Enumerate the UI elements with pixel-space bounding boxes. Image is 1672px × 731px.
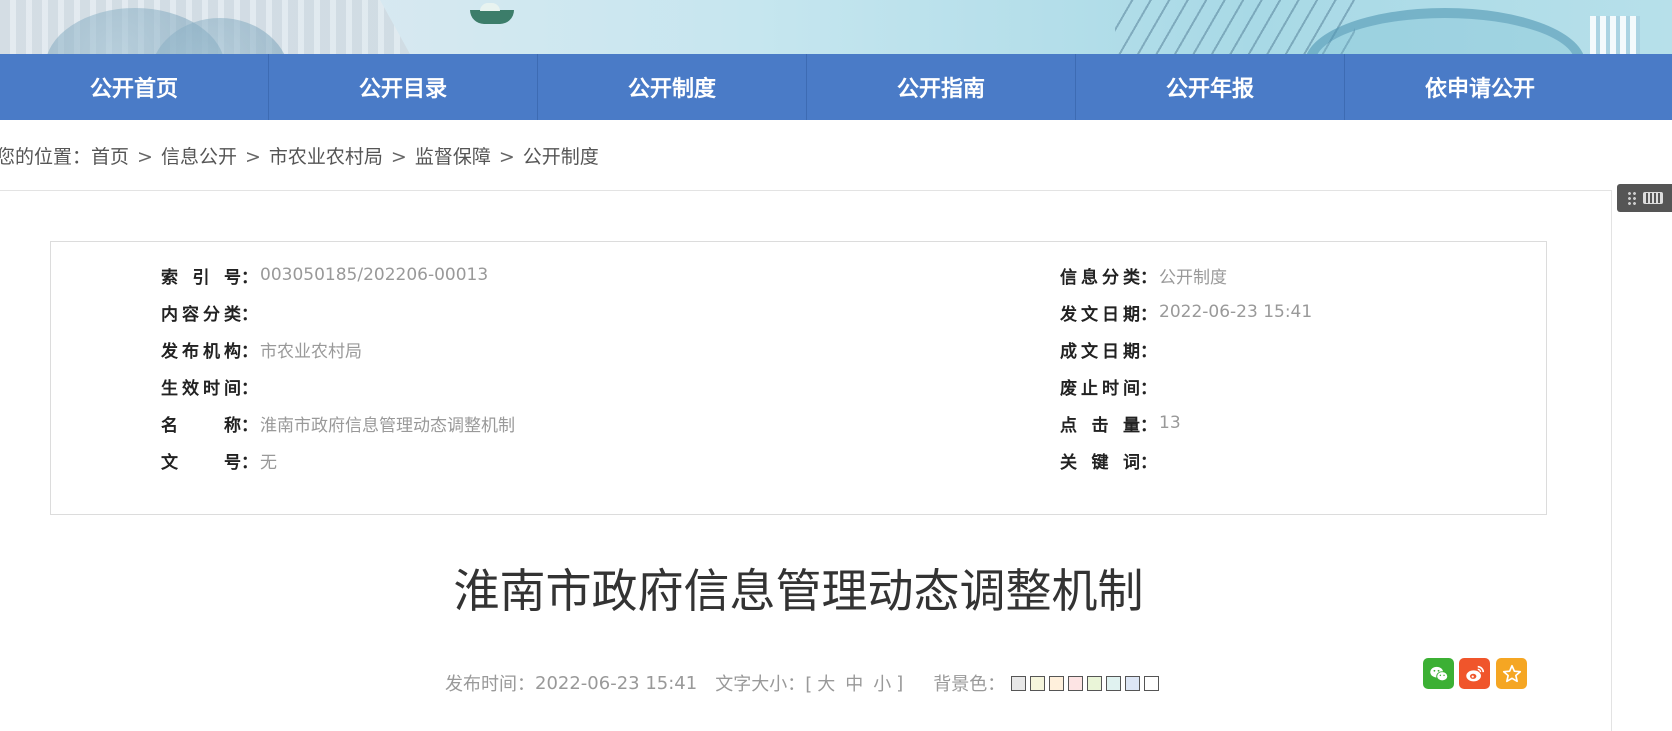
meta-colon: ： xyxy=(241,304,258,325)
meta-value-publisher: 市农业农村局 xyxy=(260,341,362,362)
header-banner xyxy=(0,0,1672,54)
meta-label: 成文日期 xyxy=(1060,341,1140,362)
font-size-label: 文字大小：[ xyxy=(715,674,813,695)
meta-label: 废止时间 xyxy=(1060,378,1140,399)
breadcrumb-separator: > xyxy=(390,146,407,168)
bg-swatch-white[interactable] xyxy=(1144,675,1160,691)
bg-swatch-blue[interactable] xyxy=(1125,675,1141,691)
breadcrumb-separator: > xyxy=(498,146,515,168)
nav-item-catalog[interactable]: 公开目录 xyxy=(269,54,538,120)
meta-row-doc-no: 文号：无 xyxy=(161,447,277,473)
font-size-bracket: ] xyxy=(896,672,904,694)
background-color-swatches xyxy=(1011,675,1160,691)
meta-row-name: 名称：淮南市政府信息管理动态调整机制 xyxy=(161,410,515,436)
meta-colon: ： xyxy=(241,267,258,288)
meta-row-publisher: 发布机构：市农业农村局 xyxy=(161,336,362,362)
bg-swatch-gray[interactable] xyxy=(1011,675,1027,691)
meta-row-clicks: 点击量： 13 xyxy=(1060,410,1181,436)
background-color-label: 背景色： xyxy=(933,674,1006,695)
grid-dots-icon xyxy=(1626,191,1637,205)
breadcrumb-separator: > xyxy=(137,146,153,168)
share-favorite-button[interactable] xyxy=(1496,658,1527,689)
keyboard-icon xyxy=(1642,192,1663,204)
meta-label: 关键词 xyxy=(1060,452,1140,473)
publish-time-label: 发布时间： xyxy=(445,674,535,695)
nav-item-annual-report[interactable]: 公开年报 xyxy=(1076,54,1345,120)
article-info-bar: 发布时间： 2022-06-23 15:41 文字大小：[ 大 中 小 ] 背景… xyxy=(445,670,1160,696)
breadcrumb-separator: > xyxy=(244,146,261,168)
banner-tower xyxy=(1590,16,1640,54)
meta-row-content-class: 内容分类： xyxy=(161,299,260,325)
nav-item-application[interactable]: 依申请公开 xyxy=(1345,54,1615,120)
nav-item-guide[interactable]: 公开指南 xyxy=(807,54,1076,120)
meta-label: 信息分类 xyxy=(1060,267,1140,288)
meta-value-clicks: 13 xyxy=(1159,413,1181,433)
meta-colon: ： xyxy=(1140,267,1157,288)
meta-label: 内容分类 xyxy=(161,304,241,325)
bg-swatch-teal[interactable] xyxy=(1106,675,1122,691)
meta-colon: ： xyxy=(1140,415,1157,436)
share-wechat-button[interactable] xyxy=(1423,658,1454,689)
breadcrumb-item-home[interactable]: 首页 xyxy=(91,146,129,168)
font-size-large-button[interactable]: 大 xyxy=(817,670,835,696)
breadcrumb-item-supervision[interactable]: 监督保障 xyxy=(415,146,491,168)
bg-swatch-peach[interactable] xyxy=(1049,675,1065,691)
bg-swatch-pink[interactable] xyxy=(1068,675,1084,691)
meta-colon: ： xyxy=(241,415,258,436)
meta-label: 生效时间 xyxy=(161,378,241,399)
favorite-star-icon xyxy=(1502,664,1521,682)
meta-label: 名称 xyxy=(161,415,241,436)
meta-value-category: 公开制度 xyxy=(1159,267,1227,288)
wechat-icon xyxy=(1429,666,1448,681)
bg-swatch-green[interactable] xyxy=(1087,675,1103,691)
breadcrumb-prefix: 您的位置： xyxy=(0,146,92,168)
share-weibo-button[interactable] xyxy=(1459,658,1490,689)
meta-row-index: 索引号： 003050185/202206-00013 xyxy=(161,262,488,288)
accessibility-toolbar-toggle[interactable] xyxy=(1617,184,1672,212)
breadcrumb-item-bureau[interactable]: 市农业农村局 xyxy=(269,146,383,168)
meta-label: 发布机构 xyxy=(161,341,241,362)
meta-colon: ： xyxy=(1140,341,1157,362)
banner-boat-icon xyxy=(470,3,514,24)
meta-colon: ： xyxy=(241,341,258,362)
main-nav: 公开首页 公开目录 公开制度 公开指南 公开年报 依申请公开 xyxy=(0,54,1672,120)
document-meta-table: 索引号： 003050185/202206-00013 内容分类： 发布机构：市农… xyxy=(50,241,1547,515)
meta-colon: ： xyxy=(241,452,258,473)
meta-value-index: 003050185/202206-00013 xyxy=(260,265,489,285)
meta-row-issue-date: 发文日期： 2022-06-23 15:41 xyxy=(1060,299,1312,325)
font-size-medium-button[interactable]: 中 xyxy=(845,670,863,696)
font-size-small-button[interactable]: 小 xyxy=(873,670,891,696)
article-title: 淮南市政府信息管理动态调整机制 xyxy=(453,564,1144,618)
nav-item-home[interactable]: 公开首页 xyxy=(0,54,269,120)
publish-time-value: 2022-06-23 15:41 xyxy=(535,672,698,694)
meta-value-issue-date: 2022-06-23 15:41 xyxy=(1159,302,1313,322)
meta-label: 索引号 xyxy=(161,267,241,288)
breadcrumb-item-system[interactable]: 公开制度 xyxy=(523,146,599,168)
meta-colon: ： xyxy=(1140,378,1157,399)
meta-colon: ： xyxy=(1140,304,1157,325)
meta-row-category: 信息分类：公开制度 xyxy=(1060,262,1227,288)
meta-row-effective: 生效时间： xyxy=(161,373,260,399)
meta-colon: ： xyxy=(1140,452,1157,473)
meta-row-written-date: 成文日期： xyxy=(1060,336,1159,362)
bg-swatch-beige[interactable] xyxy=(1030,675,1046,691)
meta-label: 点击量 xyxy=(1060,415,1140,436)
breadcrumb: 您的位置：首页 > 信息公开 > 市农业农村局 > 监督保障 > 公开制度 xyxy=(0,142,599,169)
meta-value-doc-no: 无 xyxy=(260,452,277,473)
meta-label: 发文日期 xyxy=(1060,304,1140,325)
nav-item-system[interactable]: 公开制度 xyxy=(538,54,807,120)
meta-row-keywords: 关键词： xyxy=(1060,447,1159,473)
meta-label: 文号 xyxy=(161,452,241,473)
breadcrumb-item-info-public[interactable]: 信息公开 xyxy=(161,146,237,168)
weibo-icon xyxy=(1465,665,1484,681)
meta-colon: ： xyxy=(241,378,258,399)
meta-value-name: 淮南市政府信息管理动态调整机制 xyxy=(260,415,515,436)
meta-row-abolish: 废止时间： xyxy=(1060,373,1159,399)
